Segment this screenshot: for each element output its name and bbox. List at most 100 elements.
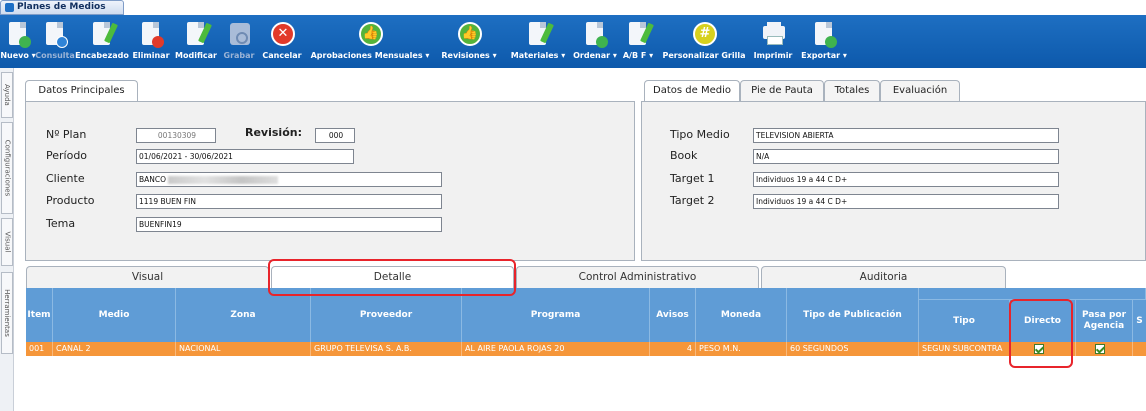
save-button[interactable]: Grabar xyxy=(220,15,258,68)
new-button[interactable]: Nuevo ▾ xyxy=(0,15,36,68)
print-button-label: Imprimir xyxy=(753,51,793,60)
tab-datos-de-medio[interactable]: Datos de Medio xyxy=(644,80,740,102)
export-button[interactable]: Exportar ▾ xyxy=(796,15,852,68)
materials-button[interactable]: Materiales ▾ xyxy=(504,15,572,68)
export-button-label: Exportar ▾ xyxy=(801,51,847,60)
redacted-client-name xyxy=(168,176,279,184)
cell-moneda: PESO M.N. xyxy=(696,342,787,356)
target-2-field[interactable]: Individuos 19 a 44 C D+ xyxy=(753,194,1059,209)
book-field[interactable]: N/A xyxy=(753,149,1059,164)
periodo-field[interactable]: 01/06/2021 - 30/06/2021 xyxy=(136,149,354,164)
col-header-tipo[interactable]: Tipo xyxy=(919,300,1010,342)
cell-directo xyxy=(1010,342,1076,356)
query-doc-icon xyxy=(56,36,68,48)
tab-evaluacion[interactable]: Evaluación xyxy=(880,80,960,102)
delete-button[interactable]: Eliminar xyxy=(130,15,172,68)
table-row[interactable]: 001 CANAL 2 NACIONAL GRUPO TELEVISA S. A… xyxy=(26,342,1146,356)
col-header-zona[interactable]: Zona xyxy=(176,288,311,342)
cancel-button[interactable]: ✕ Cancelar xyxy=(258,15,306,68)
delete-doc-icon xyxy=(152,36,164,48)
plan-label: Nº Plan xyxy=(46,128,87,141)
cell-extra xyxy=(1133,342,1146,356)
col-header-moneda[interactable]: Moneda xyxy=(696,288,787,342)
order-button[interactable]: Ordenar ▾ xyxy=(572,15,618,68)
cliente-field[interactable]: BANCO xyxy=(136,172,442,187)
tab-auditoria[interactable]: Auditoria xyxy=(761,266,1006,288)
target-1-field[interactable]: Individuos 19 a 44 C D+ xyxy=(753,172,1059,187)
book-label: Book xyxy=(670,149,698,162)
side-tab-settings[interactable]: Configuraciones xyxy=(1,122,13,214)
datos-principales-panel: Nº Plan 00130309 Revisión: 000 Período 0… xyxy=(25,101,635,261)
window-title: Planes de Medios xyxy=(17,2,106,12)
query-button[interactable]: Consulta xyxy=(35,15,75,68)
target-1-label: Target 1 xyxy=(670,172,715,185)
col-header-avisos[interactable]: Avisos xyxy=(650,288,696,342)
tab-control-administrativo[interactable]: Control Administrativo xyxy=(516,266,759,288)
tab-visual[interactable]: Visual xyxy=(26,266,269,288)
window-app-icon xyxy=(5,3,14,12)
col-header-item[interactable]: Item xyxy=(26,288,53,342)
revision-label: Revisión: xyxy=(245,126,302,139)
producto-field[interactable]: 1119 BUEN FIN xyxy=(136,194,442,209)
tab-totales[interactable]: Totales xyxy=(824,80,880,102)
col-header-group xyxy=(919,288,1146,300)
revision-field[interactable]: 000 xyxy=(315,128,355,143)
toolbar: Nuevo ▾ Consulta Encabezado Eliminar Mod… xyxy=(0,15,1146,68)
print-button[interactable]: Imprimir xyxy=(750,15,796,68)
side-tab-visual[interactable]: Visual xyxy=(1,218,13,266)
tema-field[interactable]: BUENFIN19 xyxy=(136,217,442,232)
producto-label: Producto xyxy=(46,194,95,207)
cell-avisos: 4 xyxy=(650,342,696,356)
col-header-extra[interactable]: S xyxy=(1133,300,1146,342)
col-header-proveedor[interactable]: Proveedor xyxy=(311,288,462,342)
revisions-button-label: Revisiones ▾ xyxy=(441,51,497,60)
grid-header: Item Medio Zona Proveedor Programa Aviso… xyxy=(26,288,1146,342)
cliente-label: Cliente xyxy=(46,172,85,185)
cell-proveedor: GRUPO TELEVISA S. A.B. xyxy=(311,342,462,356)
new-button-label: Nuevo ▾ xyxy=(0,51,36,60)
side-tab-strip: Ayuda Configuraciones Visual Herramienta… xyxy=(0,68,14,411)
customize-grid-button[interactable]: # Personalizar Grilla xyxy=(658,15,750,68)
thumbs-up-icon: 👍 xyxy=(458,22,482,46)
modify-button-label: Modificar xyxy=(175,51,217,60)
monthly-approvals-button[interactable]: 👍 Aprobaciones Mensuales ▾ xyxy=(306,15,434,68)
col-header-medio[interactable]: Medio xyxy=(53,288,176,342)
col-header-directo[interactable]: Directo xyxy=(1010,300,1076,342)
revisions-button[interactable]: 👍 Revisiones ▾ xyxy=(434,15,504,68)
cell-medio: CANAL 2 xyxy=(53,342,176,356)
directo-checkbox[interactable] xyxy=(1034,344,1044,354)
side-tab-tools[interactable]: Herramientas xyxy=(1,272,13,354)
query-button-label: Consulta xyxy=(35,51,75,60)
cell-tipo-publicacion: 60 SEGUNDOS xyxy=(787,342,919,356)
datos-de-medio-panel: Tipo Medio TELEVISION ABIERTA Book N/A T… xyxy=(641,101,1146,261)
monthly-approvals-label: Aprobaciones Mensuales ▾ xyxy=(310,51,430,60)
tipo-medio-field[interactable]: TELEVISION ABIERTA xyxy=(753,128,1059,143)
plan-number-field[interactable]: 00130309 xyxy=(136,128,216,143)
cancel-button-label: Cancelar xyxy=(262,51,302,60)
order-icon xyxy=(596,36,608,48)
modify-button[interactable]: Modificar xyxy=(172,15,220,68)
target-2-label: Target 2 xyxy=(670,194,715,207)
col-header-tipo-publicacion[interactable]: Tipo de Publicación xyxy=(787,288,919,342)
window-title-tab[interactable]: Planes de Medios xyxy=(0,0,124,15)
cell-tipo: SEGUN SUBCONTRA xyxy=(919,342,1010,356)
side-tab-help[interactable]: Ayuda xyxy=(1,72,13,118)
tema-label: Tema xyxy=(46,217,76,230)
col-header-programa[interactable]: Programa xyxy=(462,288,650,342)
order-button-label: Ordenar ▾ xyxy=(573,51,617,60)
tab-detalle[interactable]: Detalle xyxy=(271,266,514,288)
cell-zona: NACIONAL xyxy=(176,342,311,356)
tab-datos-principales[interactable]: Datos Principales xyxy=(25,80,138,102)
globe-grid-icon: # xyxy=(693,22,717,46)
ab-f-button-label: A/B F ▾ xyxy=(622,51,654,60)
tab-pie-de-pauta[interactable]: Pie de Pauta xyxy=(740,80,824,102)
pasa-por-agencia-checkbox[interactable] xyxy=(1095,344,1105,354)
cancel-icon: ✕ xyxy=(271,22,295,46)
new-doc-icon xyxy=(19,36,31,48)
header-button[interactable]: Encabezado xyxy=(74,15,130,68)
ab-f-button[interactable]: A/B F ▾ xyxy=(618,15,658,68)
export-icon xyxy=(825,36,837,48)
col-header-pasa-por-agencia[interactable]: Pasa por Agencia xyxy=(1076,300,1133,342)
cell-programa: AL AIRE PAOLA ROJAS 20 xyxy=(462,342,650,356)
cell-item: 001 xyxy=(26,342,53,356)
